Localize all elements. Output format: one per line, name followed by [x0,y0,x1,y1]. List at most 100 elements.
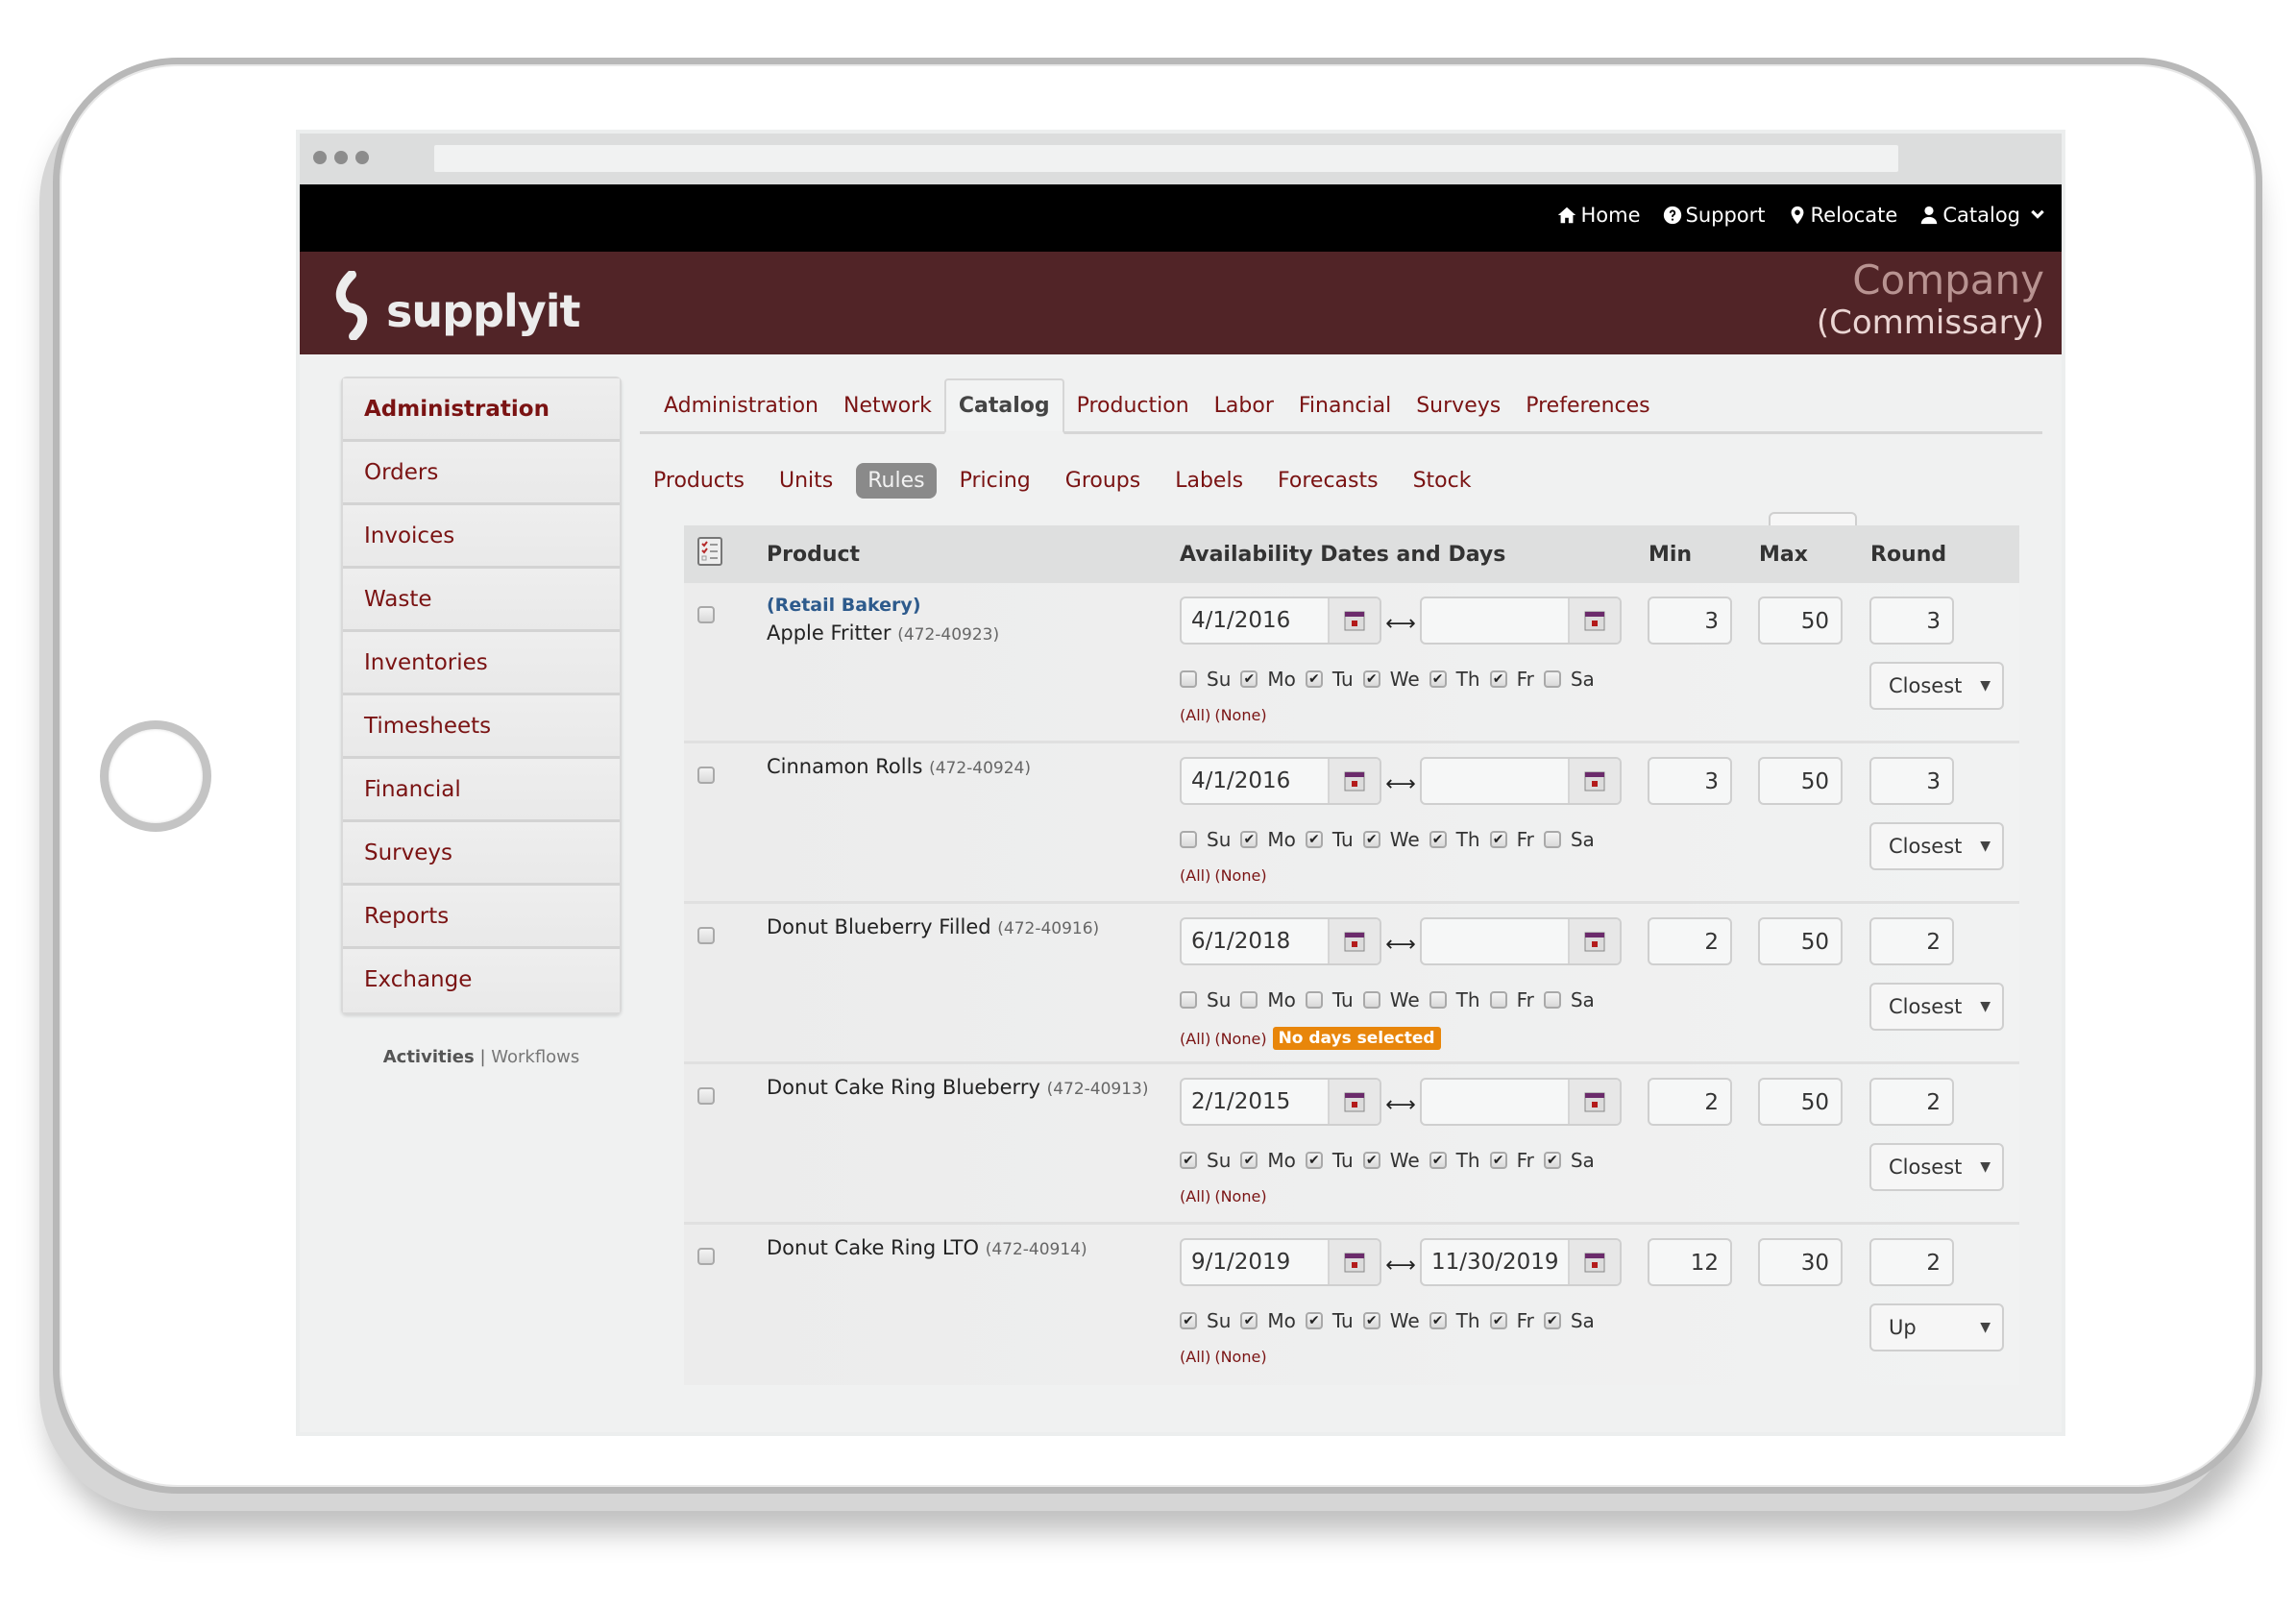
day-checkbox-su[interactable] [1180,670,1197,688]
tab-financial[interactable]: Financial [1286,394,1404,431]
day-checkbox-we[interactable]: ✔ [1362,1312,1380,1329]
round-mode-select[interactable]: Closest ▼ [1869,662,2004,710]
day-checkbox-sa[interactable] [1543,991,1561,1009]
start-date-input[interactable]: 4/1/2016 [1182,759,1328,803]
day-checkbox-th[interactable] [1429,991,1447,1009]
tab-administration[interactable]: Administration [651,394,831,431]
round-input[interactable]: 3 [1869,597,1954,645]
day-checkbox-mo[interactable]: ✔ [1240,831,1258,848]
sidebar-item-orders[interactable]: Orders [343,442,620,505]
day-checkbox-th[interactable]: ✔ [1429,831,1447,848]
day-checkbox-sa[interactable] [1543,670,1561,688]
round-mode-select[interactable]: Closest ▼ [1869,983,2004,1031]
day-checkbox-we[interactable]: ✔ [1362,670,1380,688]
start-date-picker-button[interactable] [1328,1080,1380,1124]
end-date-input[interactable]: 11/30/2019 [1422,1240,1568,1284]
end-date-picker-button[interactable] [1568,598,1620,643]
sidebar-item-inventories[interactable]: Inventories [343,632,620,695]
end-date-picker-button[interactable] [1568,1240,1620,1284]
supplyit-logo[interactable]: supplyit [327,271,580,340]
day-checkbox-tu[interactable]: ✔ [1305,670,1323,688]
end-date-picker-button[interactable] [1568,759,1620,803]
day-checkbox-tu[interactable] [1305,991,1323,1009]
select-no-days-link[interactable]: (None) [1214,866,1266,885]
tab-production[interactable]: Production [1064,394,1202,431]
column-round[interactable]: Round [1870,543,1986,567]
day-checkbox-sa[interactable]: ✔ [1543,1312,1561,1329]
sidebar-item-exchange[interactable]: Exchange [343,949,620,1012]
day-checkbox-we[interactable]: ✔ [1362,1152,1380,1169]
end-date-input[interactable] [1422,919,1568,963]
start-date-input[interactable]: 6/1/2018 [1182,919,1328,963]
round-mode-select[interactable]: Closest ▼ [1869,1143,2004,1191]
end-date-picker-button[interactable] [1568,919,1620,963]
min-input[interactable]: 3 [1648,597,1732,645]
start-date-picker-button[interactable] [1328,759,1380,803]
tab-preferences[interactable]: Preferences [1513,394,1662,431]
day-checkbox-fr[interactable]: ✔ [1489,670,1507,688]
nav-user-menu[interactable]: Catalog [1918,204,2046,227]
day-checkbox-fr[interactable]: ✔ [1489,1152,1507,1169]
day-checkbox-sa[interactable]: ✔ [1543,1152,1561,1169]
subtab-stock[interactable]: Stock [1402,463,1483,499]
select-no-days-link[interactable]: (None) [1214,1187,1266,1205]
max-input[interactable]: 50 [1758,597,1843,645]
day-checkbox-tu[interactable]: ✔ [1305,1312,1323,1329]
window-dot[interactable] [355,151,369,164]
subtab-labels[interactable]: Labels [1163,463,1255,499]
subtab-forecasts[interactable]: Forecasts [1266,463,1390,499]
day-checkbox-fr[interactable]: ✔ [1489,831,1507,848]
round-mode-select[interactable]: Up ▼ [1869,1303,2004,1351]
product-group[interactable]: (Retail Bakery) [767,595,999,616]
max-input[interactable]: 30 [1758,1238,1843,1286]
day-checkbox-fr[interactable]: ✔ [1489,1312,1507,1329]
column-availability[interactable]: Availability Dates and Days [1180,543,1649,567]
subtab-rules[interactable]: Rules [856,463,937,499]
start-date-picker-button[interactable] [1328,1240,1380,1284]
tab-surveys[interactable]: Surveys [1404,394,1513,431]
day-checkbox-mo[interactable]: ✔ [1240,1312,1258,1329]
nav-support[interactable]: Support [1662,204,1766,227]
row-select-checkbox[interactable] [697,767,715,784]
row-select-checkbox[interactable] [697,1248,715,1265]
day-checkbox-su[interactable] [1180,831,1197,848]
window-dot[interactable] [334,151,348,164]
subtab-units[interactable]: Units [768,463,844,499]
select-all-days-link[interactable]: (All) [1180,1030,1210,1048]
row-select-checkbox[interactable] [697,1087,715,1105]
tab-catalog[interactable]: Catalog [943,378,1064,434]
column-product[interactable]: Product [767,543,1180,567]
min-input[interactable]: 2 [1648,917,1732,965]
select-no-days-link[interactable]: (None) [1214,1030,1266,1048]
sidebar-item-financial[interactable]: Financial [343,759,620,822]
tab-network[interactable]: Network [831,394,944,431]
day-checkbox-su[interactable] [1180,991,1197,1009]
select-all-days-link[interactable]: (All) [1180,1348,1210,1366]
day-checkbox-su[interactable]: ✔ [1180,1152,1197,1169]
select-no-days-link[interactable]: (None) [1214,1348,1266,1366]
tab-labor[interactable]: Labor [1202,394,1286,431]
day-checkbox-sa[interactable] [1543,831,1561,848]
start-date-input[interactable]: 4/1/2016 [1182,598,1328,643]
day-checkbox-th[interactable]: ✔ [1429,1152,1447,1169]
day-checkbox-su[interactable]: ✔ [1180,1312,1197,1329]
end-date-input[interactable] [1422,1080,1568,1124]
nav-relocate[interactable]: Relocate [1787,204,1897,227]
subtab-products[interactable]: Products [653,463,756,499]
max-input[interactable]: 50 [1758,757,1843,805]
select-no-days-link[interactable]: (None) [1214,706,1266,724]
select-all-days-link[interactable]: (All) [1180,706,1210,724]
day-checkbox-mo[interactable] [1240,991,1258,1009]
window-dot[interactable] [313,151,327,164]
start-date-picker-button[interactable] [1328,598,1380,643]
min-input[interactable]: 12 [1648,1238,1732,1286]
column-max[interactable]: Max [1759,543,1870,567]
address-bar[interactable] [434,145,1898,172]
round-input[interactable]: 2 [1869,1078,1954,1126]
end-date-input[interactable] [1422,598,1568,643]
day-checkbox-mo[interactable]: ✔ [1240,670,1258,688]
day-checkbox-tu[interactable]: ✔ [1305,1152,1323,1169]
round-mode-select[interactable]: Closest ▼ [1869,822,2004,870]
sidebar-item-surveys[interactable]: Surveys [343,822,620,886]
sidebar-item-timesheets[interactable]: Timesheets [343,695,620,759]
